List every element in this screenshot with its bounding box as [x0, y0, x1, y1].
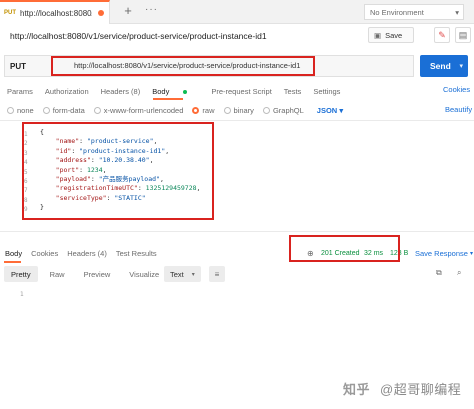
- radio-icon: [7, 106, 14, 114]
- url-highlight-box: [51, 56, 315, 76]
- tab-params[interactable]: Params: [7, 87, 33, 96]
- chevron-down-icon: ▾: [469, 251, 473, 257]
- body-type-label: none: [17, 105, 34, 115]
- body-type-graphql[interactable]: GraphQL: [262, 105, 304, 115]
- view-tab-pretty[interactable]: Pretty: [4, 266, 38, 282]
- response-line-number: 1: [20, 291, 24, 298]
- view-tab-preview[interactable]: Preview: [77, 266, 118, 282]
- copy-icon[interactable]: ⧉: [436, 268, 442, 278]
- radio-icon: [93, 106, 101, 114]
- beautify-link[interactable]: Beautify: [445, 105, 472, 114]
- raw-format-select[interactable]: JSON ▾: [317, 106, 343, 115]
- request-tab[interactable]: PUT http://localhost:8080/v: [0, 0, 110, 24]
- chevron-down-icon: ▾: [455, 7, 459, 17]
- documentation-icon[interactable]: ▤: [455, 27, 471, 43]
- method-label: PUT: [10, 61, 26, 71]
- response-view-tabs: Pretty Raw Preview Visualize: [4, 266, 171, 282]
- tab-title: http://localhost:8080/v: [20, 8, 92, 18]
- unsaved-dot-icon: [98, 10, 104, 16]
- tab-headers[interactable]: Headers (8): [101, 87, 141, 96]
- tab-pre-request-script[interactable]: Pre-request Script: [211, 87, 271, 96]
- view-tab-visualize[interactable]: Visualize: [122, 266, 166, 282]
- radio-icon: [223, 106, 231, 114]
- send-button[interactable]: Send ▾: [420, 55, 468, 77]
- tab-body[interactable]: Body: [152, 87, 199, 96]
- active-tab-underline: [153, 98, 183, 100]
- body-highlight-box: [22, 122, 214, 220]
- method-select[interactable]: PUT: [4, 55, 48, 77]
- body-type-label: form-data: [52, 105, 85, 115]
- body-type-raw[interactable]: raw: [192, 105, 215, 115]
- save-response-button[interactable]: Save Response ▾: [415, 249, 473, 258]
- response-format-select[interactable]: Text ▾: [164, 266, 201, 282]
- wrap-lines-icon[interactable]: ≡: [209, 266, 225, 282]
- tab-method: PUT: [4, 10, 16, 16]
- body-type-label: binary: [233, 105, 254, 115]
- watermark: 知乎 @超哥聊编程: [343, 379, 461, 398]
- save-label: Save: [385, 30, 403, 40]
- send-label: Send: [430, 61, 451, 71]
- status-highlight-box: [289, 235, 400, 262]
- active-dot-icon: [183, 89, 188, 94]
- radio-selected-icon: [192, 106, 200, 114]
- request-title: http://localhost:8080/v1/service/product…: [10, 31, 267, 41]
- environment-label: No Environment: [370, 7, 424, 17]
- raw-format-label: JSON: [316, 105, 338, 115]
- body-type-label: raw: [202, 105, 215, 115]
- tab-tests[interactable]: Tests: [284, 87, 302, 96]
- tab-authorization[interactable]: Authorization: [45, 87, 89, 96]
- tab-settings[interactable]: Settings: [313, 87, 340, 96]
- active-response-tab-underline: [4, 261, 21, 263]
- radio-icon: [262, 106, 270, 114]
- body-type-binary[interactable]: binary: [223, 105, 254, 115]
- response-tab-body[interactable]: Body: [5, 249, 22, 258]
- request-tabs: Params Authorization Headers (8) Body Pr…: [7, 84, 352, 98]
- response-tab-cookies[interactable]: Cookies: [31, 249, 58, 258]
- response-tabs: Body Cookies Headers (4) Test Results: [5, 249, 166, 258]
- chevron-down-icon: ▾: [459, 63, 463, 70]
- chevron-down-icon: ▾: [339, 105, 344, 115]
- body-type-none[interactable]: none: [7, 106, 34, 115]
- cookies-link[interactable]: Cookies: [443, 85, 470, 94]
- body-type-form-data[interactable]: form-data: [42, 105, 85, 115]
- tab-body-label: Body: [152, 86, 170, 96]
- body-type-label: x-www-form-urlencoded: [103, 105, 184, 115]
- watermark-text: @超哥聊编程: [380, 382, 462, 397]
- response-tab-test-results[interactable]: Test Results: [116, 249, 157, 258]
- view-tab-raw[interactable]: Raw: [43, 266, 72, 282]
- watermark-logo: 知乎: [343, 382, 371, 397]
- save-icon: ▣: [374, 30, 382, 40]
- body-type-options: none form-data x-www-form-urlencoded raw…: [7, 104, 352, 116]
- response-format-label: Text: [170, 269, 184, 279]
- edit-icon[interactable]: ✎: [434, 27, 450, 43]
- body-type-urlencoded[interactable]: x-www-form-urlencoded: [93, 105, 184, 115]
- save-response-label: Save Response: [415, 249, 468, 258]
- body-type-label: GraphQL: [272, 105, 304, 115]
- response-tab-headers[interactable]: Headers (4): [67, 249, 107, 258]
- environment-select[interactable]: No Environment ▾: [364, 4, 464, 20]
- ellipsis-icon[interactable]: ···: [145, 4, 158, 15]
- search-icon[interactable]: ⌕: [457, 268, 461, 278]
- chevron-down-icon: ▾: [191, 271, 195, 278]
- plus-icon[interactable]: +: [121, 4, 135, 18]
- save-button[interactable]: ▣ Save: [368, 27, 414, 43]
- radio-icon: [42, 106, 50, 114]
